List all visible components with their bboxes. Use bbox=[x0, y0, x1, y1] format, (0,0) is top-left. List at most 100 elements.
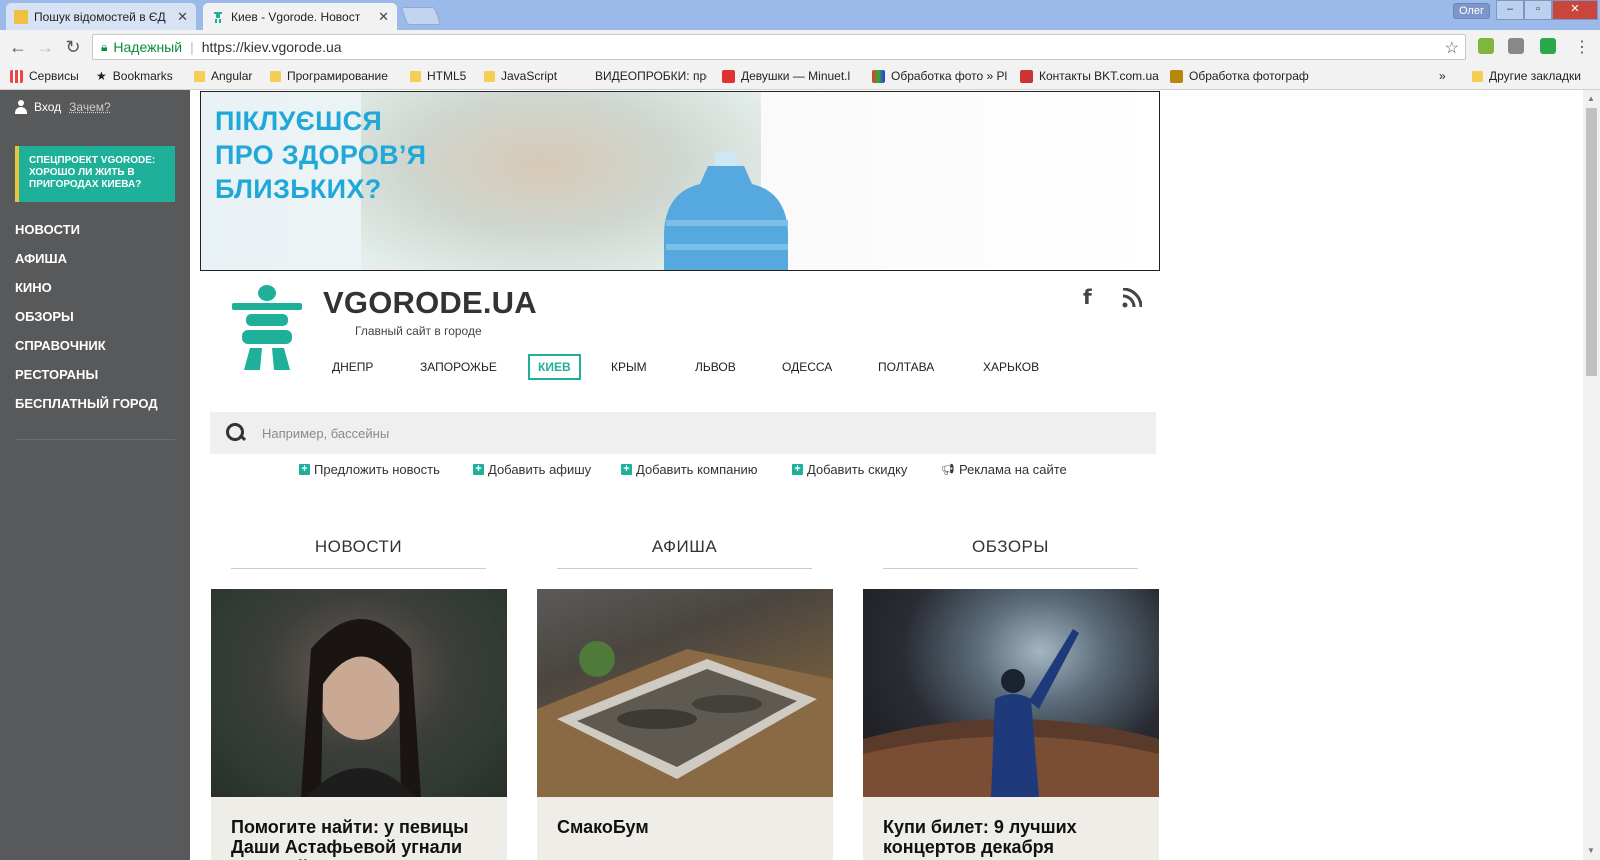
city-link-poltava[interactable]: ПОЛТАВА bbox=[878, 360, 934, 374]
scroll-up-icon[interactable]: ▲ bbox=[1587, 94, 1595, 103]
city-link-dnepr[interactable]: ДНЕПР bbox=[332, 360, 373, 374]
news-card-image[interactable] bbox=[211, 589, 507, 797]
bookmarks-overflow-button[interactable]: » bbox=[1439, 69, 1446, 83]
search-input[interactable] bbox=[262, 425, 1062, 441]
sidebar-item-directory[interactable]: СПРАВОЧНИК bbox=[15, 338, 158, 367]
sidebar-item-free-city[interactable]: БЕСПЛАТНЫЙ ГОРОД bbox=[15, 396, 158, 425]
afisha-card-title[interactable]: СмакоБум bbox=[537, 797, 833, 860]
scroll-down-icon[interactable]: ▼ bbox=[1587, 846, 1595, 855]
action-advertise[interactable]: 📢︎ Реклама на сайте bbox=[941, 462, 1067, 477]
reviews-card-image[interactable] bbox=[863, 589, 1159, 797]
promo-banner[interactable]: СПЕЦПРОЕКТ VGORODE: ХОРОШО ЛИ ЖИТЬ В ПРИ… bbox=[15, 146, 175, 202]
ad-banner[interactable]: ПІКЛУЄШСЯ ПРО ЗДОРОВ’Я БЛИЗЬКИХ? bbox=[200, 91, 1160, 271]
forward-arrow-icon[interactable]: → bbox=[35, 37, 55, 58]
tab-title: Киев - Vgorode. Новост bbox=[231, 9, 361, 24]
news-card-title[interactable]: Помогите найти: у певицы Даши Астафьевой… bbox=[211, 797, 507, 860]
extension-icon[interactable] bbox=[1508, 38, 1524, 54]
extension-icon[interactable] bbox=[1540, 38, 1556, 54]
extension-icon[interactable] bbox=[1478, 38, 1494, 54]
site-brand[interactable]: VGORODE.UA bbox=[323, 285, 537, 321]
bookmark-item[interactable]: ВИДЕОПРОБКИ: про bbox=[595, 69, 707, 83]
bookmark-item[interactable]: Angular bbox=[194, 69, 252, 83]
bookmark-item[interactable]: Контакты BKT.com.ua bbox=[1020, 69, 1160, 83]
bookmark-label: Обработка фотограф bbox=[1189, 69, 1309, 83]
browser-tab-1[interactable]: Пошук відомостей в ЄД ✕ bbox=[6, 3, 196, 30]
browser-tabstrip: Пошук відомостей в ЄД ✕ Киев - Vgorode. … bbox=[0, 0, 1600, 30]
city-link-odessa[interactable]: ОДЕССА bbox=[782, 360, 832, 374]
new-tab-button[interactable] bbox=[400, 7, 442, 25]
action-suggest-news[interactable]: + Предложить новость bbox=[299, 462, 440, 477]
sidebar-item-kino[interactable]: КИНО bbox=[15, 280, 158, 309]
site-icon bbox=[1170, 69, 1183, 83]
other-bookmarks[interactable]: Другие закладки bbox=[1472, 69, 1581, 83]
folder-icon bbox=[270, 70, 281, 82]
search-icon[interactable] bbox=[226, 423, 246, 443]
city-link-kiev[interactable]: КИЕВ bbox=[528, 354, 581, 380]
sidebar-divider bbox=[15, 439, 175, 440]
bookmark-label: JavaScript bbox=[501, 69, 558, 83]
ad-headline-line: БЛИЗЬКИХ? bbox=[215, 174, 382, 204]
column-title-afisha[interactable]: АФИША bbox=[557, 537, 812, 557]
sidebar-item-afisha[interactable]: АФИША bbox=[15, 251, 158, 280]
bookmark-item[interactable]: Обработка фото » Pl bbox=[872, 69, 1010, 83]
bookmark-item[interactable]: JavaScript bbox=[484, 69, 557, 83]
column-title-reviews[interactable]: ОБЗОРЫ bbox=[883, 537, 1138, 557]
bookmark-item[interactable]: Сервисы bbox=[10, 69, 79, 83]
column-title-news[interactable]: НОВОСТИ bbox=[231, 537, 486, 557]
address-bar[interactable]: 🔒︎ Надежный | https://kiev.vgorode.ua ☆ bbox=[92, 34, 1466, 60]
facebook-icon[interactable]: f bbox=[1083, 285, 1092, 309]
browser-toolbar: ← → ↻ 🔒︎ Надежный | https://kiev.vgorode… bbox=[0, 30, 1600, 64]
city-link-zaporozhye[interactable]: ЗАПОРОЖЬЕ bbox=[420, 360, 497, 374]
afisha-card-image[interactable] bbox=[537, 589, 833, 797]
window-user-badge[interactable]: Олег bbox=[1453, 3, 1490, 19]
action-label: Реклама на сайте bbox=[958, 462, 1067, 477]
site-sidebar: Вход Зачем? СПЕЦПРОЕКТ VGORODE: ХОРОШО Л… bbox=[0, 90, 190, 860]
bookmark-label: Програмирование bbox=[287, 69, 388, 83]
action-add-company[interactable]: + Добавить компанию bbox=[621, 462, 758, 477]
reviews-card-title[interactable]: Купи билет: 9 лучших концертов декабря bbox=[863, 797, 1159, 860]
action-add-discount[interactable]: + Добавить скидку bbox=[792, 462, 907, 477]
login-link[interactable]: Вход Зачем? bbox=[14, 100, 111, 114]
menu-dots-icon[interactable]: ⋮ bbox=[1572, 37, 1592, 57]
search-bar bbox=[210, 412, 1156, 454]
bookmark-item[interactable]: Девушки — Minuet.l bbox=[722, 69, 858, 83]
column-divider bbox=[883, 568, 1138, 569]
city-link-crimea[interactable]: КРЫМ bbox=[611, 360, 647, 374]
ad-headline-line: ПІКЛУЄШСЯ bbox=[215, 106, 383, 136]
ad-headline-line: ПРО ЗДОРОВ’Я bbox=[215, 140, 427, 170]
page-scrollbar[interactable]: ▲ ▼ bbox=[1583, 90, 1600, 860]
tab-close-icon[interactable]: ✕ bbox=[378, 9, 389, 25]
vgorode-logo-icon[interactable] bbox=[232, 284, 302, 370]
bookmark-label: Девушки — Minuet.l bbox=[741, 69, 851, 83]
bookmark-item[interactable]: ★ Bookmarks bbox=[96, 69, 173, 83]
maximize-button[interactable]: ▫ bbox=[1524, 0, 1552, 20]
bookmark-item[interactable]: HTML5 bbox=[410, 69, 466, 83]
site-tagline: Главный сайт в городе bbox=[355, 324, 482, 338]
back-arrow-icon[interactable]: ← bbox=[8, 37, 28, 58]
sidebar-item-reviews[interactable]: ОБЗОРЫ bbox=[15, 309, 158, 338]
city-link-lviv[interactable]: ЛЬВОВ bbox=[695, 360, 736, 374]
bookmark-item[interactable]: Програмирование bbox=[270, 69, 388, 83]
bookmark-label: ВИДЕОПРОБКИ: про bbox=[595, 69, 707, 83]
sidebar-item-restaurants[interactable]: РЕСТОРАНЫ bbox=[15, 367, 158, 396]
bookmark-label: HTML5 bbox=[427, 69, 467, 83]
close-window-button[interactable]: ✕ bbox=[1552, 0, 1598, 20]
city-link-kharkiv[interactable]: ХАРЬКОВ bbox=[983, 360, 1039, 374]
bookmark-item[interactable]: Обработка фотограф bbox=[1170, 69, 1310, 83]
minimize-button[interactable]: – bbox=[1496, 0, 1524, 20]
sidebar-item-news[interactable]: НОВОСТИ bbox=[15, 222, 158, 251]
folder-icon bbox=[1472, 70, 1483, 82]
tab-close-icon[interactable]: ✕ bbox=[177, 9, 188, 25]
reload-icon[interactable]: ↻ bbox=[63, 37, 83, 58]
bookmark-label: Обработка фото » Pl bbox=[891, 69, 1008, 83]
action-label: Предложить новость bbox=[314, 462, 440, 477]
scrollbar-thumb[interactable] bbox=[1586, 108, 1597, 376]
browser-tab-2[interactable]: Киев - Vgorode. Новост ✕ bbox=[203, 3, 397, 30]
rss-icon[interactable] bbox=[1122, 288, 1142, 308]
bookmark-star-icon[interactable]: ☆ bbox=[1445, 38, 1459, 58]
megaphone-icon: 📢︎ bbox=[941, 464, 955, 476]
why-link[interactable]: Зачем? bbox=[69, 100, 111, 114]
url-text[interactable]: https://kiev.vgorode.ua bbox=[202, 39, 342, 55]
site-icon bbox=[722, 69, 735, 83]
action-add-afisha[interactable]: + Добавить афишу bbox=[473, 462, 591, 477]
